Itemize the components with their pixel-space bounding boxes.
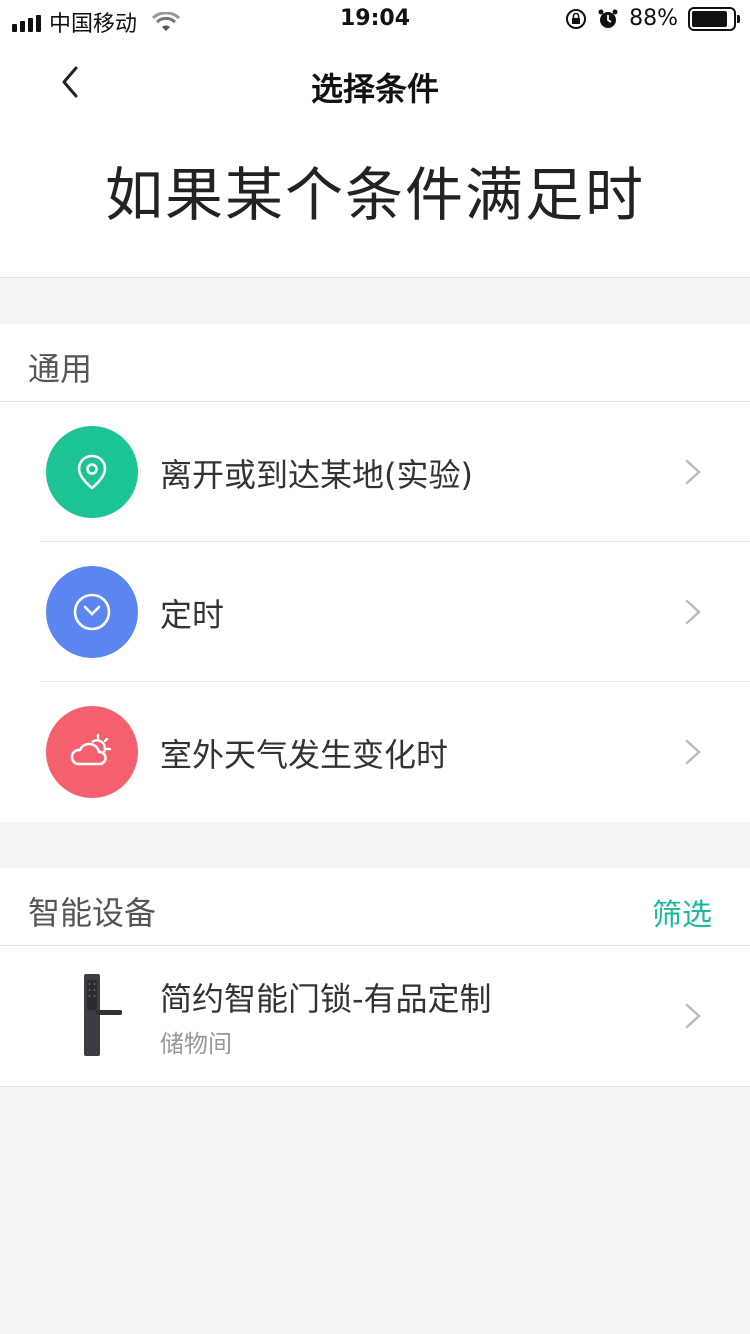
alarm-icon [598, 9, 618, 28]
door-lock-icon [84, 974, 122, 1056]
orientation-lock-icon [566, 8, 587, 29]
section-header-general: 通用 [0, 324, 750, 402]
chevron-right-icon [685, 599, 701, 625]
condition-label: 离开或到达某地(实验) [160, 456, 473, 494]
device-name: 简约智能门锁-有品定制 [160, 980, 492, 1018]
device-item[interactable]: 简约智能门锁-有品定制 储物间 [0, 946, 750, 1086]
devices-section: 智能设备 筛选 简约智能门锁-有品定制 储物间 [0, 868, 750, 1087]
chevron-right-icon [685, 739, 701, 765]
chevron-right-icon [685, 459, 701, 485]
hero-title: 如果某个条件满足时 [104, 161, 645, 229]
clock-icon [46, 566, 138, 658]
page-title: 选择条件 [310, 70, 439, 108]
battery-percent: 88% [629, 6, 678, 31]
general-section: 通用 离开或到达某地(实验) 定时 室外天气发生变化时 [0, 324, 750, 822]
location-pin-icon [46, 426, 138, 518]
battery-fill [692, 10, 728, 27]
condition-location[interactable]: 离开或到达某地(实验) [0, 402, 750, 542]
nav-bar: 选择条件 [0, 40, 750, 130]
condition-weather[interactable]: 室外天气发生变化时 [0, 682, 750, 822]
hero-header: 如果某个条件满足时 [0, 130, 750, 278]
device-room: 储物间 [160, 1030, 232, 1058]
section-title-general: 通用 [28, 350, 93, 388]
chevron-right-icon [685, 1003, 701, 1029]
battery-icon [688, 6, 740, 31]
status-right: 88% [565, 6, 740, 31]
section-title-devices: 智能设备 [28, 894, 157, 932]
status-bar: 中国移动 19:04 88% [0, 0, 750, 40]
condition-label: 定时 [160, 596, 225, 634]
section-header-devices: 智能设备 筛选 [0, 868, 750, 946]
filter-button[interactable]: 筛选 [652, 890, 712, 934]
weather-icon [46, 706, 138, 798]
condition-timer[interactable]: 定时 [0, 542, 750, 682]
condition-label: 室外天气发生变化时 [160, 736, 449, 774]
